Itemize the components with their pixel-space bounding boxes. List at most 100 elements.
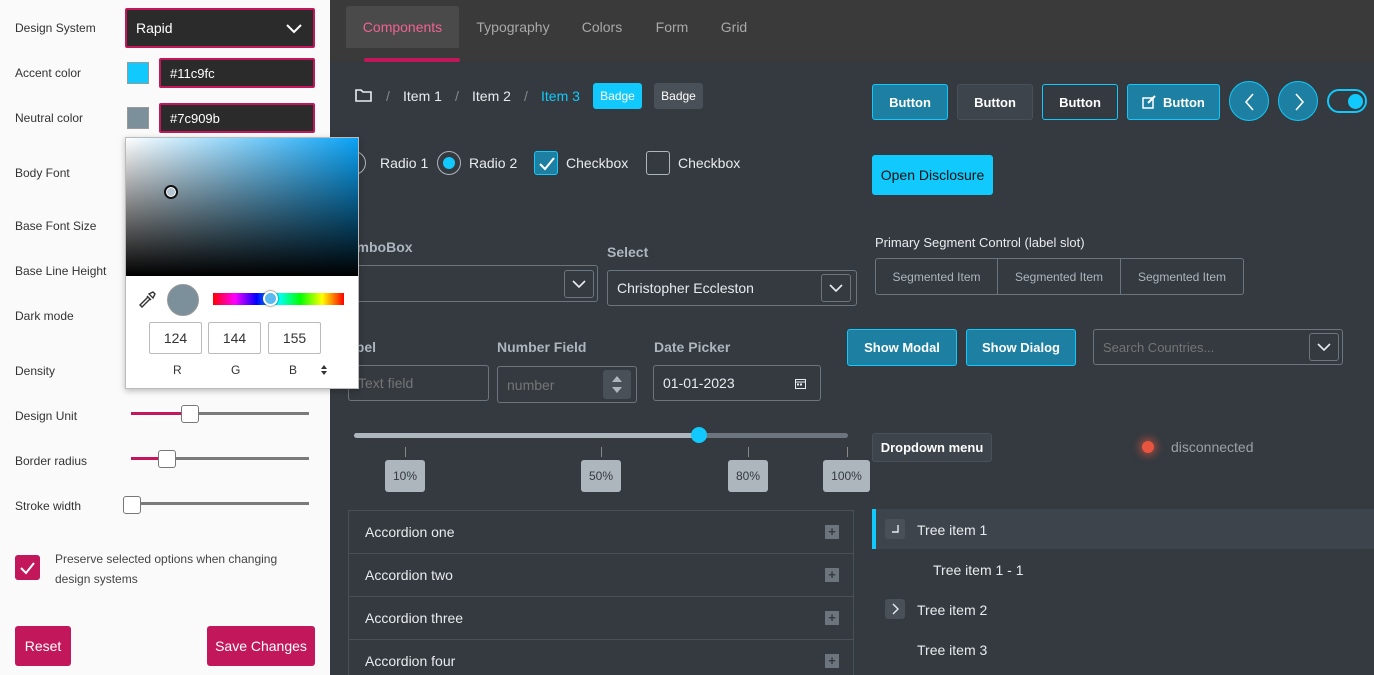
number-stepper[interactable] xyxy=(603,370,631,399)
stroke-width-track[interactable] xyxy=(131,502,309,505)
toggle-switch[interactable] xyxy=(1327,89,1367,113)
red-label: R xyxy=(173,363,182,377)
tree-item-2[interactable]: Tree item 2 xyxy=(917,602,987,618)
plus-icon[interactable]: + xyxy=(825,611,839,625)
neutral-color-swatch[interactable] xyxy=(127,107,149,129)
radio-1-label: Radio 1 xyxy=(380,155,429,171)
component-preview: Components Typography Colors Form Grid /… xyxy=(330,0,1374,675)
show-modal-button[interactable]: Show Modal xyxy=(847,329,957,366)
plus-icon[interactable]: + xyxy=(825,525,839,539)
plus-icon[interactable]: + xyxy=(825,654,839,668)
tab-typography[interactable]: Typography xyxy=(470,6,556,48)
tree-collapse-toggle[interactable] xyxy=(885,519,905,539)
check-icon xyxy=(539,157,555,171)
tab-components[interactable]: Components xyxy=(346,6,459,48)
accent-button[interactable]: Button xyxy=(872,84,948,120)
calendar-icon[interactable] xyxy=(795,378,806,389)
edit-icon xyxy=(1142,95,1156,109)
segment-item-1[interactable]: Segmented Item xyxy=(875,258,998,295)
saturation-area[interactable] xyxy=(126,138,358,276)
search-countries-toggle[interactable] xyxy=(1309,333,1339,361)
combobox-toggle[interactable] xyxy=(564,270,594,298)
green-value-input[interactable]: 144 xyxy=(208,322,261,354)
breadcrumb-item-3[interactable]: Item 3 xyxy=(541,88,580,104)
slider-tick-label: 10% xyxy=(385,460,425,492)
dropdown-menu-button[interactable]: Dropdown menu xyxy=(872,433,992,462)
plus-icon[interactable]: + xyxy=(825,568,839,582)
next-button[interactable] xyxy=(1278,81,1318,121)
search-countries-input[interactable] xyxy=(1093,329,1343,365)
neutral-color-value: #7c909b xyxy=(170,110,220,126)
segment-item-3[interactable]: Segmented Item xyxy=(1121,258,1244,295)
date-picker[interactable]: 01-01-2023 xyxy=(653,365,821,401)
design-unit-thumb[interactable] xyxy=(181,405,199,423)
date-picker-label: Date Picker xyxy=(654,339,731,355)
select-label: Select xyxy=(607,244,649,260)
accordion-item[interactable]: Accordion three + xyxy=(348,596,854,639)
checkbox-1-label: Checkbox xyxy=(566,155,629,171)
show-dialog-button[interactable]: Show Dialog xyxy=(966,329,1076,366)
stroke-width-thumb[interactable] xyxy=(123,496,141,514)
design-unit-label: Design Unit xyxy=(15,409,78,423)
collapse-icon xyxy=(892,525,899,533)
reset-button[interactable]: Reset xyxy=(15,626,71,666)
accordion-item[interactable]: Accordion one + xyxy=(348,510,854,553)
slider-tick xyxy=(748,447,749,457)
combobox[interactable] xyxy=(348,265,598,302)
tab-form[interactable]: Form xyxy=(650,6,694,48)
checkbox-1[interactable] xyxy=(534,151,558,175)
segment-item-2[interactable]: Segmented Item xyxy=(998,258,1121,295)
saturation-handle[interactable] xyxy=(164,185,178,199)
icon-button[interactable]: Button xyxy=(1127,84,1220,120)
accordion-item[interactable]: Accordion four + xyxy=(348,639,854,675)
red-value-input[interactable]: 124 xyxy=(149,322,202,354)
prev-button[interactable] xyxy=(1229,81,1269,121)
base-line-height-label: Base Line Height xyxy=(15,264,107,278)
checkbox-2[interactable] xyxy=(646,151,670,175)
color-picker-popup: 124 144 155 R G B xyxy=(125,137,359,389)
select-value: Christopher Eccleston xyxy=(617,280,754,296)
chevron-right-icon xyxy=(1295,93,1305,111)
design-system-value: Rapid xyxy=(136,20,173,36)
accent-color-input[interactable]: #11c9fc xyxy=(159,58,315,88)
green-label: G xyxy=(231,363,241,377)
select-field[interactable]: Christopher Eccleston xyxy=(607,270,857,306)
design-system-label: Design System xyxy=(15,21,96,35)
breadcrumb-item-1[interactable]: Item 1 xyxy=(403,88,442,104)
breadcrumb-separator: / xyxy=(386,88,390,104)
tree-expand-toggle[interactable] xyxy=(885,599,905,619)
hue-slider[interactable] xyxy=(213,293,344,305)
accent-color-swatch[interactable] xyxy=(127,62,149,84)
hue-handle[interactable] xyxy=(263,291,278,306)
stepper-arrows-icon xyxy=(612,376,622,393)
select-toggle[interactable] xyxy=(821,274,851,302)
border-radius-thumb[interactable] xyxy=(158,450,176,468)
accordion-heading: Accordion one xyxy=(365,524,455,540)
blue-value-input[interactable]: 155 xyxy=(268,322,321,354)
accordion-item[interactable]: Accordion two + xyxy=(348,553,854,596)
tree-item-1-1[interactable]: Tree item 1 - 1 xyxy=(933,562,1024,578)
outline-button[interactable]: Button xyxy=(1042,84,1118,120)
save-changes-button[interactable]: Save Changes xyxy=(207,626,315,666)
radio-2-label: Radio 2 xyxy=(469,155,518,171)
slider-thumb[interactable] xyxy=(691,427,707,443)
eyedropper-icon[interactable] xyxy=(137,289,157,309)
neutral-color-input[interactable]: #7c909b xyxy=(159,103,315,133)
text-field[interactable] xyxy=(348,365,489,401)
tree-item-1[interactable]: Tree item 1 xyxy=(917,522,987,538)
accordion-heading: Accordion four xyxy=(365,653,456,669)
body-font-label: Body Font xyxy=(15,166,70,180)
density-label: Density xyxy=(15,364,56,378)
breadcrumb-item-2[interactable]: Item 2 xyxy=(472,88,511,104)
preserve-checkbox[interactable] xyxy=(15,555,40,580)
neutral-button[interactable]: Button xyxy=(957,84,1033,120)
slider-tick-label: 50% xyxy=(581,460,621,492)
tab-colors[interactable]: Colors xyxy=(576,6,628,48)
radio-2[interactable] xyxy=(437,151,461,175)
design-system-select[interactable]: Rapid xyxy=(125,8,315,48)
mode-switch-icon[interactable] xyxy=(321,365,327,375)
tab-grid[interactable]: Grid xyxy=(716,6,752,48)
tree-item-3[interactable]: Tree item 3 xyxy=(917,642,987,658)
folder-icon[interactable] xyxy=(355,88,372,102)
open-disclosure-button[interactable]: Open Disclosure xyxy=(872,155,993,195)
